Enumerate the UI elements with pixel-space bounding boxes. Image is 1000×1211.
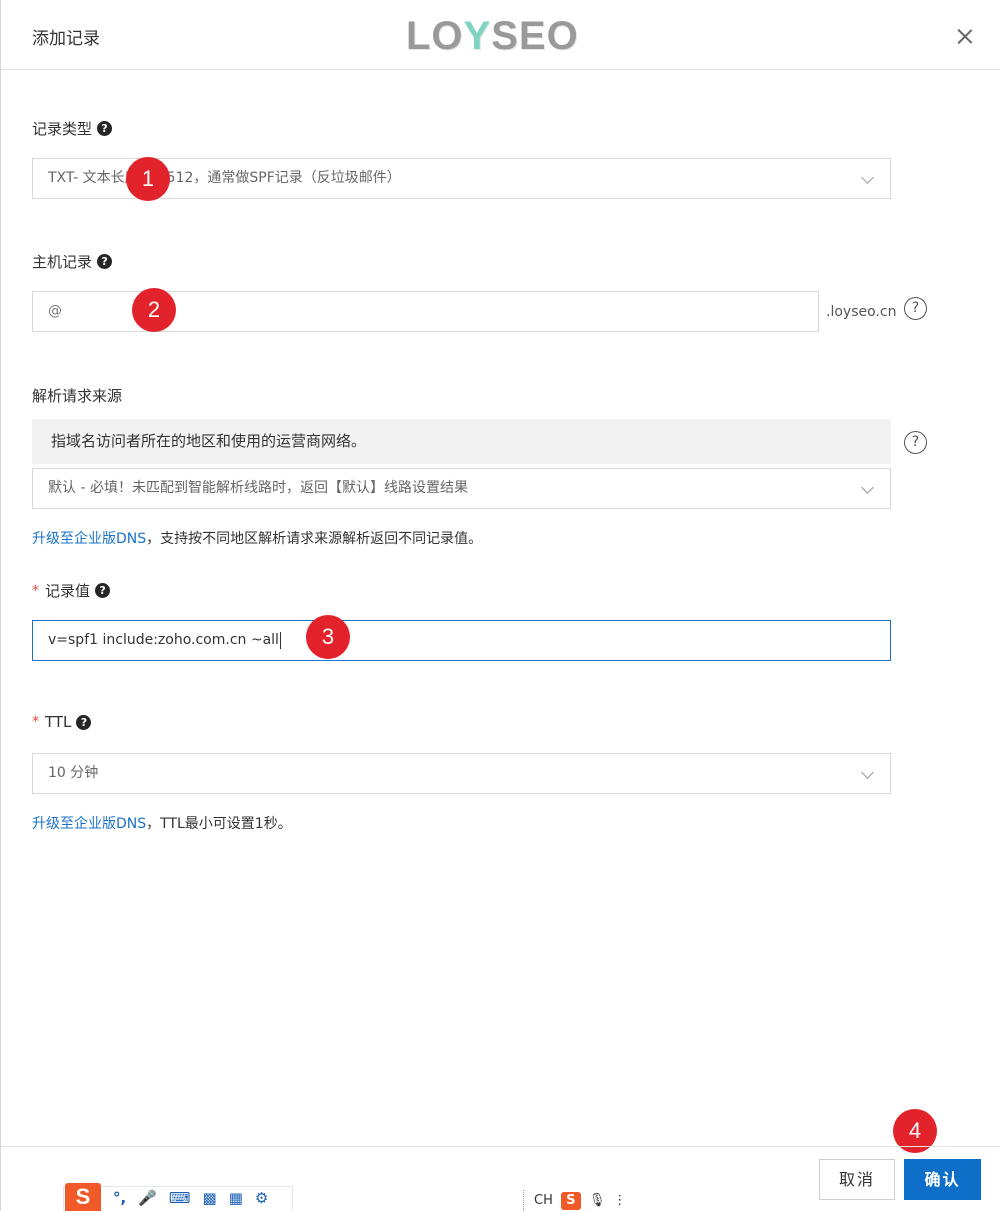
- resolve-source-select[interactable]: 默认 - 必填！未匹配到智能解析线路时，返回【默认】线路设置结果: [32, 468, 891, 509]
- step-badge-3: 3: [306, 615, 350, 659]
- host-record-label-row: 主机记录 ?: [32, 251, 113, 272]
- ttl-value: 10 分钟: [48, 765, 99, 781]
- keyboard-icon[interactable]: ⌨: [169, 1189, 191, 1207]
- watermark-text-part1: LO: [406, 14, 464, 58]
- microphone-icon[interactable]: 🎙: [589, 1193, 606, 1208]
- upgrade-enterprise-dns-link[interactable]: 升级至企业版DNS: [32, 816, 146, 832]
- question-icon[interactable]: ?: [76, 714, 92, 730]
- record-value-text: v=spf1 include:zoho.com.cn ~all: [48, 632, 279, 648]
- resolve-source-label: 解析请求来源: [32, 387, 123, 405]
- watermark-text-part3: SEO: [491, 14, 579, 58]
- record-value-input[interactable]: v=spf1 include:zoho.com.cn ~all: [32, 620, 891, 661]
- sogou-logo-icon[interactable]: S: [65, 1182, 101, 1211]
- step-badge-1: 1: [126, 157, 170, 201]
- sogou-small-icon[interactable]: S: [560, 1191, 581, 1210]
- resolve-source-label-row: 解析请求来源: [32, 385, 122, 406]
- required-mark: *: [32, 582, 39, 599]
- confirm-button[interactable]: 确认: [904, 1159, 981, 1200]
- resolve-source-hint: 升级至企业版DNS，支持按不同地区解析请求来源解析返回不同记录值。: [32, 528, 482, 548]
- ttl-label-row: * TTL ?: [32, 713, 92, 731]
- ttl-hint-text: ，TTL最小可设置1秒。: [146, 816, 292, 832]
- domain-suffix: .loyseo.cn: [826, 304, 897, 320]
- close-icon[interactable]: [952, 24, 978, 50]
- chevron-down-icon: [861, 766, 874, 779]
- record-type-label-row: 记录类型 ?: [32, 118, 113, 139]
- question-icon[interactable]: ?: [97, 254, 113, 269]
- record-value-label: 记录值: [45, 582, 91, 600]
- ime-status-bar: CH S 🎙 ⋮: [523, 1190, 626, 1211]
- ime-toolbar-items: S °, 🎤 ⌨ ▩ ▦ ⚙: [65, 1182, 268, 1211]
- help-circle-icon[interactable]: ?: [904, 297, 927, 320]
- record-value-label-row: * 记录值 ?: [32, 580, 111, 601]
- dialog-title: 添加记录: [32, 29, 100, 49]
- question-icon[interactable]: ?: [97, 121, 113, 136]
- add-record-dialog: 添加记录 LOYSEO 记录类型 ? TXT- 文本长度限制512，通常做SPF…: [0, 0, 1000, 1211]
- watermark-leaf: Y: [463, 14, 492, 58]
- microphone-icon[interactable]: 🎤: [138, 1189, 157, 1207]
- ttl-hint: 升级至企业版DNS，TTL最小可设置1秒。: [32, 813, 292, 833]
- toolbox-grid-icon[interactable]: ▦: [229, 1189, 243, 1207]
- ime-punctuation[interactable]: °,: [113, 1189, 126, 1207]
- ime-lang-indicator[interactable]: CH: [534, 1193, 553, 1208]
- text-cursor: [279, 631, 281, 649]
- record-type-value: TXT- 文本长度限制512，通常做SPF记录（反垃圾邮件）: [48, 170, 401, 186]
- question-icon[interactable]: ?: [95, 583, 111, 598]
- more-icon[interactable]: ⋮: [613, 1193, 626, 1208]
- record-type-label: 记录类型: [32, 120, 93, 138]
- step-badge-2: 2: [132, 288, 176, 332]
- resolve-source-hint-text: ，支持按不同地区解析请求来源解析返回不同记录值。: [146, 531, 483, 547]
- cancel-button[interactable]: 取消: [819, 1159, 895, 1200]
- dialog-header: 添加记录 LOYSEO: [1, 0, 1000, 70]
- chevron-down-icon: [861, 481, 874, 494]
- help-circle-icon[interactable]: ?: [904, 431, 927, 454]
- upgrade-enterprise-dns-link[interactable]: 升级至企业版DNS: [32, 531, 146, 547]
- ttl-select[interactable]: 10 分钟: [32, 753, 891, 794]
- loyseo-watermark-logo: LOYSEO: [406, 14, 579, 59]
- skin-shirt-icon[interactable]: ▩: [203, 1189, 217, 1207]
- host-record-label: 主机记录: [32, 253, 93, 271]
- resolve-source-tip: 指域名访问者所在的地区和使用的运营商网络。: [32, 419, 891, 464]
- settings-icon[interactable]: ⚙: [255, 1189, 268, 1207]
- ttl-label: TTL: [45, 713, 72, 731]
- host-record-value: @: [48, 303, 62, 319]
- required-mark: *: [32, 714, 39, 730]
- chevron-down-icon: [861, 171, 874, 184]
- resolve-source-value: 默认 - 必填！未匹配到智能解析线路时，返回【默认】线路设置结果: [48, 480, 468, 496]
